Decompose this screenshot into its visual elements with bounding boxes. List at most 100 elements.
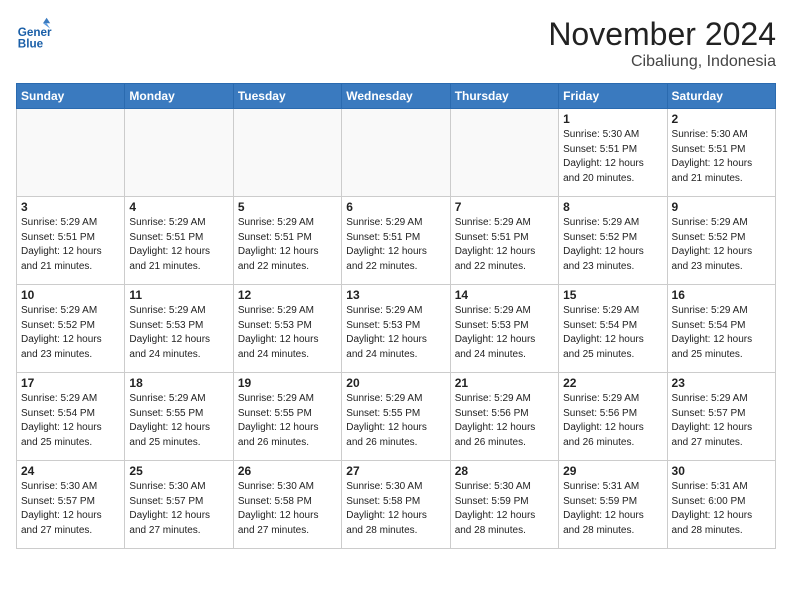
- calendar-cell: [342, 109, 450, 197]
- day-number: 2: [672, 112, 771, 126]
- calendar-cell: 29Sunrise: 5:31 AM Sunset: 5:59 PM Dayli…: [559, 461, 667, 549]
- weekday-header: Wednesday: [342, 84, 450, 109]
- calendar-cell: [450, 109, 558, 197]
- day-info: Sunrise: 5:29 AM Sunset: 5:53 PM Dayligh…: [455, 304, 554, 362]
- calendar-cell: 24 Sunrise: 5:30 AM Sunset: 5:57 PM Dayli…: [17, 461, 125, 549]
- calendar-cell: 19 Sunrise: 5:29 AM Sunset: 5:55 PM Dayli…: [233, 373, 341, 461]
- calendar-cell: 6 Sunrise: 5:29 AM Sunset: 5:51 PM Daylig…: [342, 197, 450, 285]
- day-info: Sunrise: 5:30 AM Sunset: 5:51 PM Dayligh…: [672, 128, 771, 186]
- calendar-cell: 5 Sunrise: 5:29 AM Sunset: 5:51 PM Daylig…: [233, 197, 341, 285]
- day-number: 15: [563, 288, 662, 302]
- day-number: 30: [672, 464, 771, 478]
- day-number: 23: [672, 376, 771, 390]
- day-number: 11: [129, 288, 228, 302]
- day-number: 22: [563, 376, 662, 390]
- calendar-table: SundayMondayTuesdayWednesdayThursdayFrid…: [16, 83, 776, 549]
- day-info: Sunrise: 5:29 AM Sunset: 5:53 PM Dayligh…: [238, 304, 337, 362]
- day-info: Sunrise: 5:30 AM Sunset: 5:57 PM Dayligh…: [21, 480, 120, 538]
- day-number: 10: [21, 288, 120, 302]
- day-number: 27: [346, 464, 445, 478]
- calendar-cell: 7Sunrise: 5:29 AM Sunset: 5:51 PM Daylig…: [450, 197, 558, 285]
- calendar-cell: 8 Sunrise: 5:29 AM Sunset: 5:52 PM Daylig…: [559, 197, 667, 285]
- day-info: Sunrise: 5:29 AM Sunset: 5:54 PM Dayligh…: [21, 392, 120, 450]
- day-info: Sunrise: 5:30 AM Sunset: 5:58 PM Dayligh…: [238, 480, 337, 538]
- day-number: 4: [129, 200, 228, 214]
- calendar-week-row: 1 Sunrise: 5:30 AM Sunset: 5:51 PM Daylig…: [17, 109, 776, 197]
- day-number: 17: [21, 376, 120, 390]
- day-number: 21: [455, 376, 554, 390]
- calendar-cell: [233, 109, 341, 197]
- month-title: November 2024: [548, 16, 776, 53]
- calendar-header-row: SundayMondayTuesdayWednesdayThursdayFrid…: [17, 84, 776, 109]
- day-number: 20: [346, 376, 445, 390]
- calendar-cell: 21 Sunrise: 5:29 AM Sunset: 5:56 PM Dayli…: [450, 373, 558, 461]
- calendar-cell: 28Sunrise: 5:30 AM Sunset: 5:59 PM Dayli…: [450, 461, 558, 549]
- day-number: 13: [346, 288, 445, 302]
- calendar-cell: 14 Sunrise: 5:29 AM Sunset: 5:53 PM Dayli…: [450, 285, 558, 373]
- day-number: 24: [21, 464, 120, 478]
- day-info: Sunrise: 5:29 AM Sunset: 5:53 PM Dayligh…: [129, 304, 228, 362]
- day-number: 6: [346, 200, 445, 214]
- svg-text:Blue: Blue: [18, 38, 44, 51]
- location: Cibaliung, Indonesia: [548, 53, 776, 71]
- day-number: 14: [455, 288, 554, 302]
- day-info: Sunrise: 5:30 AM Sunset: 5:58 PM Dayligh…: [346, 480, 445, 538]
- calendar-cell: [125, 109, 233, 197]
- day-info: Sunrise: 5:30 AM Sunset: 5:59 PM Dayligh…: [455, 480, 554, 538]
- day-info: Sunrise: 5:29 AM Sunset: 5:54 PM Dayligh…: [672, 304, 771, 362]
- calendar-cell: 10 Sunrise: 5:29 AM Sunset: 5:52 PM Dayli…: [17, 285, 125, 373]
- calendar-cell: 30Sunrise: 5:31 AM Sunset: 6:00 PM Dayli…: [667, 461, 775, 549]
- day-info: Sunrise: 5:29 AM Sunset: 5:55 PM Dayligh…: [129, 392, 228, 450]
- calendar-cell: 22 Sunrise: 5:29 AM Sunset: 5:56 PM Dayli…: [559, 373, 667, 461]
- calendar-cell: 16 Sunrise: 5:29 AM Sunset: 5:54 PM Dayli…: [667, 285, 775, 373]
- calendar-cell: 12 Sunrise: 5:29 AM Sunset: 5:53 PM Dayli…: [233, 285, 341, 373]
- day-number: 9: [672, 200, 771, 214]
- calendar-cell: 2 Sunrise: 5:30 AM Sunset: 5:51 PM Daylig…: [667, 109, 775, 197]
- weekday-header: Saturday: [667, 84, 775, 109]
- weekday-header: Thursday: [450, 84, 558, 109]
- day-info: Sunrise: 5:29 AM Sunset: 5:53 PM Dayligh…: [346, 304, 445, 362]
- day-info: Sunrise: 5:29 AM Sunset: 5:52 PM Dayligh…: [672, 216, 771, 274]
- page-header: General Blue November 2024 Cibaliung, In…: [16, 16, 776, 71]
- day-number: 26: [238, 464, 337, 478]
- weekday-header: Friday: [559, 84, 667, 109]
- day-number: 19: [238, 376, 337, 390]
- day-info: Sunrise: 5:29 AM Sunset: 5:57 PM Dayligh…: [672, 392, 771, 450]
- day-info: Sunrise: 5:29 AM Sunset: 5:51 PM Dayligh…: [21, 216, 120, 274]
- calendar-cell: 27 Sunrise: 5:30 AM Sunset: 5:58 PM Dayli…: [342, 461, 450, 549]
- weekday-header: Tuesday: [233, 84, 341, 109]
- day-number: 18: [129, 376, 228, 390]
- weekday-header: Sunday: [17, 84, 125, 109]
- day-info: Sunrise: 5:29 AM Sunset: 5:51 PM Dayligh…: [238, 216, 337, 274]
- calendar-cell: 17 Sunrise: 5:29 AM Sunset: 5:54 PM Dayli…: [17, 373, 125, 461]
- day-info: Sunrise: 5:29 AM Sunset: 5:51 PM Dayligh…: [129, 216, 228, 274]
- day-number: 1: [563, 112, 662, 126]
- day-number: 12: [238, 288, 337, 302]
- calendar-cell: 23 Sunrise: 5:29 AM Sunset: 5:57 PM Dayli…: [667, 373, 775, 461]
- day-number: 5: [238, 200, 337, 214]
- day-info: Sunrise: 5:29 AM Sunset: 5:56 PM Dayligh…: [563, 392, 662, 450]
- calendar-cell: 9 Sunrise: 5:29 AM Sunset: 5:52 PM Daylig…: [667, 197, 775, 285]
- calendar-cell: 26 Sunrise: 5:30 AM Sunset: 5:58 PM Dayli…: [233, 461, 341, 549]
- logo-icon: General Blue: [16, 16, 52, 52]
- calendar-week-row: 17 Sunrise: 5:29 AM Sunset: 5:54 PM Dayli…: [17, 373, 776, 461]
- calendar-cell: 13 Sunrise: 5:29 AM Sunset: 5:53 PM Dayli…: [342, 285, 450, 373]
- day-number: 8: [563, 200, 662, 214]
- calendar-week-row: 10 Sunrise: 5:29 AM Sunset: 5:52 PM Dayli…: [17, 285, 776, 373]
- calendar-cell: 20 Sunrise: 5:29 AM Sunset: 5:55 PM Dayli…: [342, 373, 450, 461]
- calendar-cell: 1Sunrise: 5:30 AM Sunset: 5:51 PM Daylig…: [559, 109, 667, 197]
- day-info: Sunrise: 5:29 AM Sunset: 5:52 PM Dayligh…: [21, 304, 120, 362]
- day-number: 16: [672, 288, 771, 302]
- day-number: 25: [129, 464, 228, 478]
- day-info: Sunrise: 5:29 AM Sunset: 5:56 PM Dayligh…: [455, 392, 554, 450]
- calendar-cell: 11 Sunrise: 5:29 AM Sunset: 5:53 PM Dayli…: [125, 285, 233, 373]
- day-info: Sunrise: 5:29 AM Sunset: 5:51 PM Dayligh…: [346, 216, 445, 274]
- day-info: Sunrise: 5:29 AM Sunset: 5:55 PM Dayligh…: [346, 392, 445, 450]
- calendar-week-row: 3 Sunrise: 5:29 AM Sunset: 5:51 PM Daylig…: [17, 197, 776, 285]
- day-info: Sunrise: 5:29 AM Sunset: 5:52 PM Dayligh…: [563, 216, 662, 274]
- day-number: 3: [21, 200, 120, 214]
- day-info: Sunrise: 5:29 AM Sunset: 5:55 PM Dayligh…: [238, 392, 337, 450]
- calendar-cell: 3 Sunrise: 5:29 AM Sunset: 5:51 PM Daylig…: [17, 197, 125, 285]
- weekday-header: Monday: [125, 84, 233, 109]
- day-number: 29: [563, 464, 662, 478]
